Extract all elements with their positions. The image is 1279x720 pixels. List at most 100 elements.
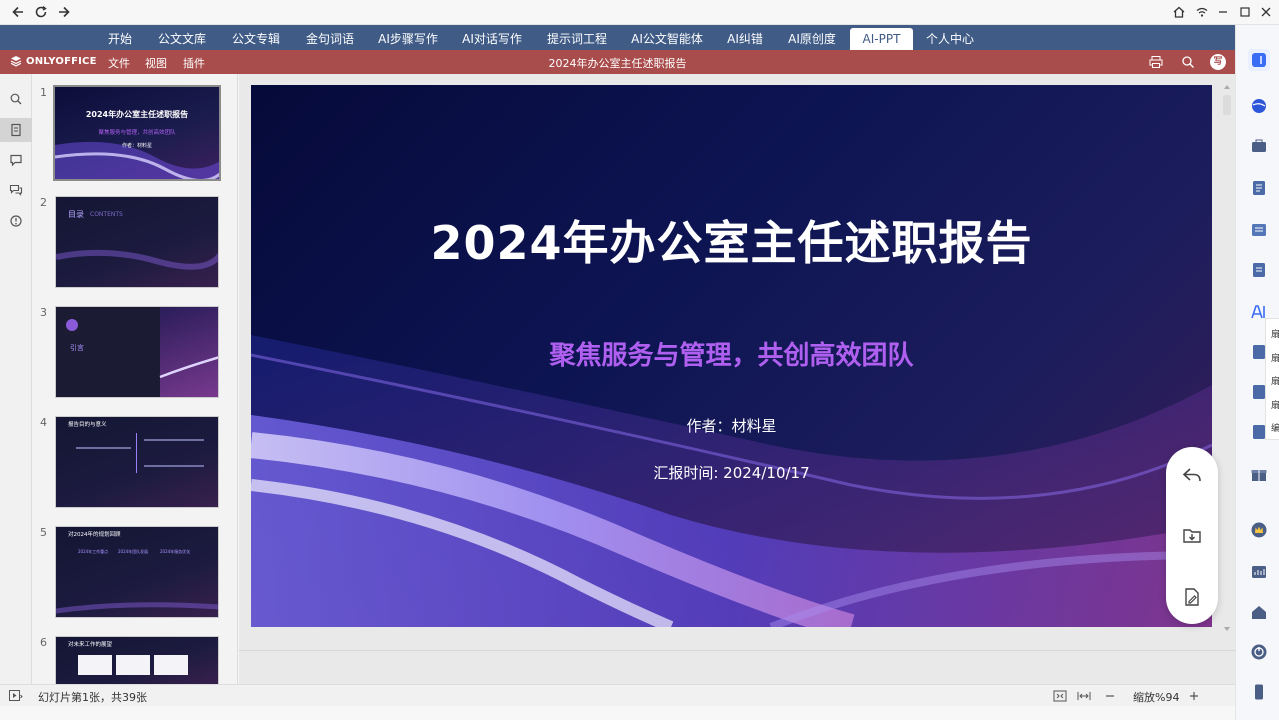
sidebar-document[interactable] <box>1248 177 1270 199</box>
slide-thumbnails: 1 2024年办公室主任述职报告 聚焦服务与管理，共创高效团队 作者：材料星 2… <box>32 74 238 684</box>
thumb-number: 4 <box>40 416 47 429</box>
sidebar-globe[interactable] <box>1248 95 1270 117</box>
search-button[interactable] <box>1180 54 1196 70</box>
search-icon <box>1182 56 1194 68</box>
sidebar-power[interactable] <box>1248 641 1270 663</box>
status-bar: 幻灯片第1张，共39张 缩放%94 <box>0 684 1235 706</box>
reload-button[interactable] <box>32 3 50 21</box>
tab-personal-center[interactable]: 个人中心 <box>920 28 980 50</box>
fit-width-button[interactable] <box>1076 688 1092 704</box>
info-icon <box>10 215 22 227</box>
reply-button[interactable] <box>1180 463 1204 487</box>
thumbnail-slide-3[interactable]: 引言 <box>55 306 219 398</box>
popup-item[interactable]: 扇 <box>1271 374 1279 387</box>
reply-icon <box>1182 468 1201 482</box>
user-avatar[interactable]: 写 <box>1210 54 1226 70</box>
fit-width-icon <box>1077 692 1091 700</box>
sidebar-phone[interactable] <box>1248 681 1270 703</box>
minimize-button[interactable] <box>1214 3 1232 21</box>
wifi-button[interactable] <box>1193 3 1211 21</box>
thumb4-title: 报告目的与意义 <box>68 422 107 428</box>
download-button[interactable] <box>1180 523 1204 547</box>
current-slide[interactable]: 2024年办公室主任述职报告 聚焦服务与管理，共创高效团队 作者：材料星 汇报时… <box>251 85 1212 627</box>
zoom-in-button[interactable] <box>1186 688 1202 704</box>
back-arrow-icon <box>12 6 23 18</box>
tab-ai-agent[interactable]: AI公文智能体 <box>625 28 709 50</box>
home-icon <box>1252 606 1266 619</box>
slide-counter: 幻灯片第1张，共39张 <box>38 691 147 704</box>
thumbnail-slide-5[interactable]: 对2024年的规划回顾 2024年工作重点 2024年团队发展 2024年服务优… <box>55 526 219 618</box>
rail-slides-button[interactable] <box>0 118 32 142</box>
maximize-icon <box>1240 7 1250 17</box>
tab-start[interactable]: 开始 <box>100 28 140 50</box>
fit-slide-button[interactable] <box>1052 688 1068 704</box>
rail-comments-button[interactable] <box>0 148 32 172</box>
forward-arrow-icon <box>59 6 70 18</box>
popup-item[interactable]: 扇 <box>1271 351 1279 364</box>
document-icon <box>1253 181 1265 195</box>
slide-subtitle[interactable]: 聚焦服务与管理，共创高效团队 <box>251 335 1212 372</box>
tab-prompt-engineering[interactable]: 提示词工程 <box>541 28 613 50</box>
tab-doc-library[interactable]: 公文文库 <box>152 28 212 50</box>
slides-icon <box>11 123 21 137</box>
search-icon <box>10 93 22 105</box>
left-toolbar <box>0 74 32 684</box>
back-button[interactable] <box>9 3 27 21</box>
rail-info-button[interactable] <box>0 209 32 233</box>
sidebar-panel-toggle[interactable] <box>1248 49 1270 71</box>
sidebar-news[interactable] <box>1248 219 1270 241</box>
rail-chat-button[interactable] <box>0 178 32 202</box>
tab-ai-chat-writing[interactable]: AI对话写作 <box>456 28 528 50</box>
browser-toolbar <box>0 0 1279 25</box>
tab-ai-step-writing[interactable]: AI步骤写作 <box>372 28 444 50</box>
sidebar-home[interactable] <box>1248 601 1270 623</box>
rail-search-button[interactable] <box>0 87 32 111</box>
news-icon <box>1252 224 1266 236</box>
window-bottom-edge <box>0 706 1235 720</box>
thumbnail-slide-2[interactable]: 目录 CONTENTS <box>55 196 219 288</box>
print-icon <box>1149 56 1163 68</box>
popup-item[interactable]: 扇 <box>1271 398 1279 411</box>
close-button[interactable] <box>1257 3 1275 21</box>
zoom-out-button[interactable] <box>1102 688 1118 704</box>
sidebar-toolbox[interactable] <box>1248 135 1270 157</box>
gift-icon <box>1251 470 1267 481</box>
thumb1-title: 2024年办公室主任述职报告 <box>85 110 189 119</box>
thumb-number: 1 <box>40 86 47 99</box>
thumbnail-slide-1[interactable]: 2024年办公室主任述职报告 聚焦服务与管理，共创高效团队 作者：材料星 <box>53 85 221 181</box>
play-slideshow-button[interactable] <box>8 688 24 704</box>
power-icon <box>1251 644 1267 660</box>
vertical-scrollbar[interactable] <box>1222 85 1232 635</box>
thumb2-title: 目录 <box>68 210 84 219</box>
zoom-level: 缩放%94 <box>1133 691 1180 704</box>
thumb-number: 3 <box>40 306 47 319</box>
thumb-number: 5 <box>40 526 47 539</box>
sidebar-file[interactable] <box>1248 259 1270 281</box>
print-button[interactable] <box>1148 54 1164 70</box>
popup-item[interactable]: 扇 <box>1271 327 1279 340</box>
editor-header: ONLYOFFICE 文件 视图 插件 2024年办公室主任述职报告 写 <box>0 50 1235 74</box>
slide-title[interactable]: 2024年办公室主任述职报告 <box>251 207 1212 273</box>
tab-ai-proofread[interactable]: AI纠错 <box>721 28 769 50</box>
tab-ai-originality[interactable]: AI原创度 <box>782 28 842 50</box>
forward-button[interactable] <box>55 3 73 21</box>
sidebar-gift[interactable] <box>1248 463 1270 485</box>
tab-doc-album[interactable]: 公文专辑 <box>226 28 286 50</box>
tab-quotes[interactable]: 金句词语 <box>300 28 360 50</box>
slide-date[interactable]: 汇报时间: 2024/10/17 <box>251 462 1212 483</box>
slide-author[interactable]: 作者：材料星 <box>251 415 1212 436</box>
thumbnail-slide-6[interactable]: 对未来工作的展望 <box>55 636 219 684</box>
maximize-button[interactable] <box>1236 3 1254 21</box>
close-icon <box>1261 7 1271 17</box>
thumbnail-slide-4[interactable]: 报告目的与意义 <box>55 416 219 508</box>
sidebar-crown[interactable] <box>1248 519 1270 541</box>
minimize-icon <box>1219 11 1227 13</box>
edit-button[interactable] <box>1180 585 1204 609</box>
tab-ai-ppt[interactable]: AI-PPT <box>850 28 913 50</box>
thumb6-title: 对未来工作的展望 <box>68 642 113 648</box>
popup-item[interactable]: 编 <box>1271 421 1279 434</box>
fit-slide-icon <box>1053 690 1067 702</box>
home-button[interactable] <box>1170 3 1188 21</box>
sidebar-stats[interactable] <box>1248 561 1270 583</box>
folder-download-icon <box>1183 529 1201 543</box>
